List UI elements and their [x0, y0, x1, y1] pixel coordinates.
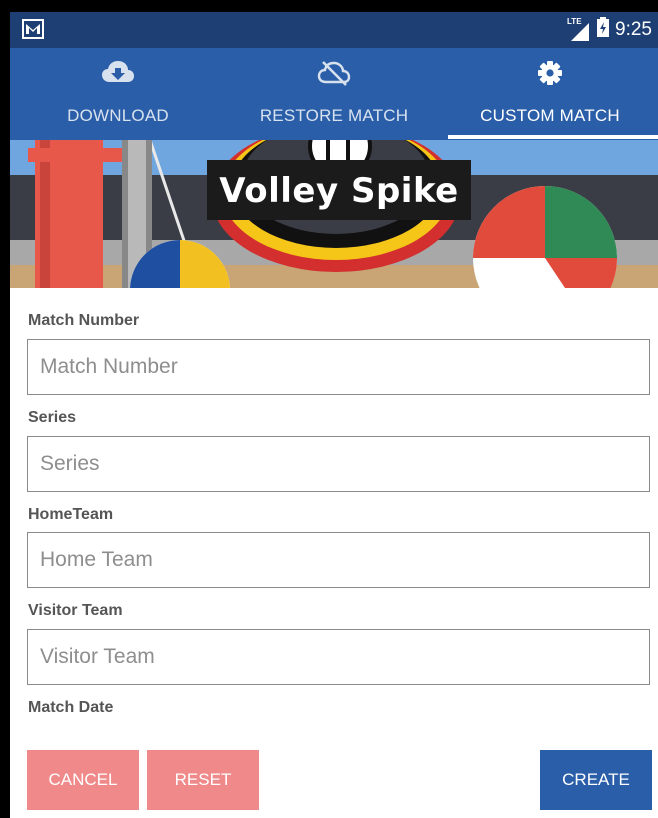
- match-number-input[interactable]: [27, 339, 650, 395]
- status-indicators: LTE 9:25: [567, 17, 652, 43]
- reset-button[interactable]: RESET: [147, 750, 259, 810]
- match-number-label: Match Number: [28, 312, 140, 329]
- tab-restore-match-label: RESTORE MATCH: [259, 106, 409, 125]
- selected-tab-indicator: [448, 135, 658, 139]
- cloud-download-icon: [10, 60, 226, 88]
- visitor-team-input[interactable]: [27, 629, 650, 685]
- tab-custom-match[interactable]: CUSTOM MATCH: [442, 48, 658, 140]
- tab-restore-match[interactable]: RESTORE MATCH: [226, 48, 442, 140]
- status-bar: LTE 9:25: [10, 12, 658, 48]
- clock: 9:25: [615, 19, 652, 40]
- banner-title: Volley Spike: [219, 171, 459, 211]
- cloud-off-icon: [226, 60, 442, 88]
- gear-icon: [442, 60, 658, 88]
- home-team-input[interactable]: [27, 532, 650, 588]
- gmail-icon: [22, 19, 46, 39]
- visitor-team-label: Visitor Team: [28, 602, 123, 619]
- app-screen: LTE 9:25 DOWNLOAD RESTORE MATCH CUSTOM M…: [10, 12, 658, 818]
- signal-icon: LTE: [567, 17, 591, 41]
- create-button[interactable]: CREATE: [540, 750, 652, 810]
- home-team-label: HomeTeam: [28, 506, 114, 523]
- header-banner: Volley Spike: [10, 140, 658, 288]
- series-input[interactable]: [27, 436, 650, 492]
- series-label: Series: [28, 409, 77, 426]
- tab-bar: DOWNLOAD RESTORE MATCH CUSTOM MATCH: [10, 48, 658, 140]
- tab-download[interactable]: DOWNLOAD: [10, 48, 226, 140]
- cancel-button[interactable]: CANCEL: [27, 750, 139, 810]
- tab-download-label: DOWNLOAD: [67, 106, 169, 125]
- match-date-label: Match Date: [28, 699, 114, 716]
- battery-icon: [597, 17, 610, 43]
- tab-custom-match-label: CUSTOM MATCH: [480, 106, 620, 125]
